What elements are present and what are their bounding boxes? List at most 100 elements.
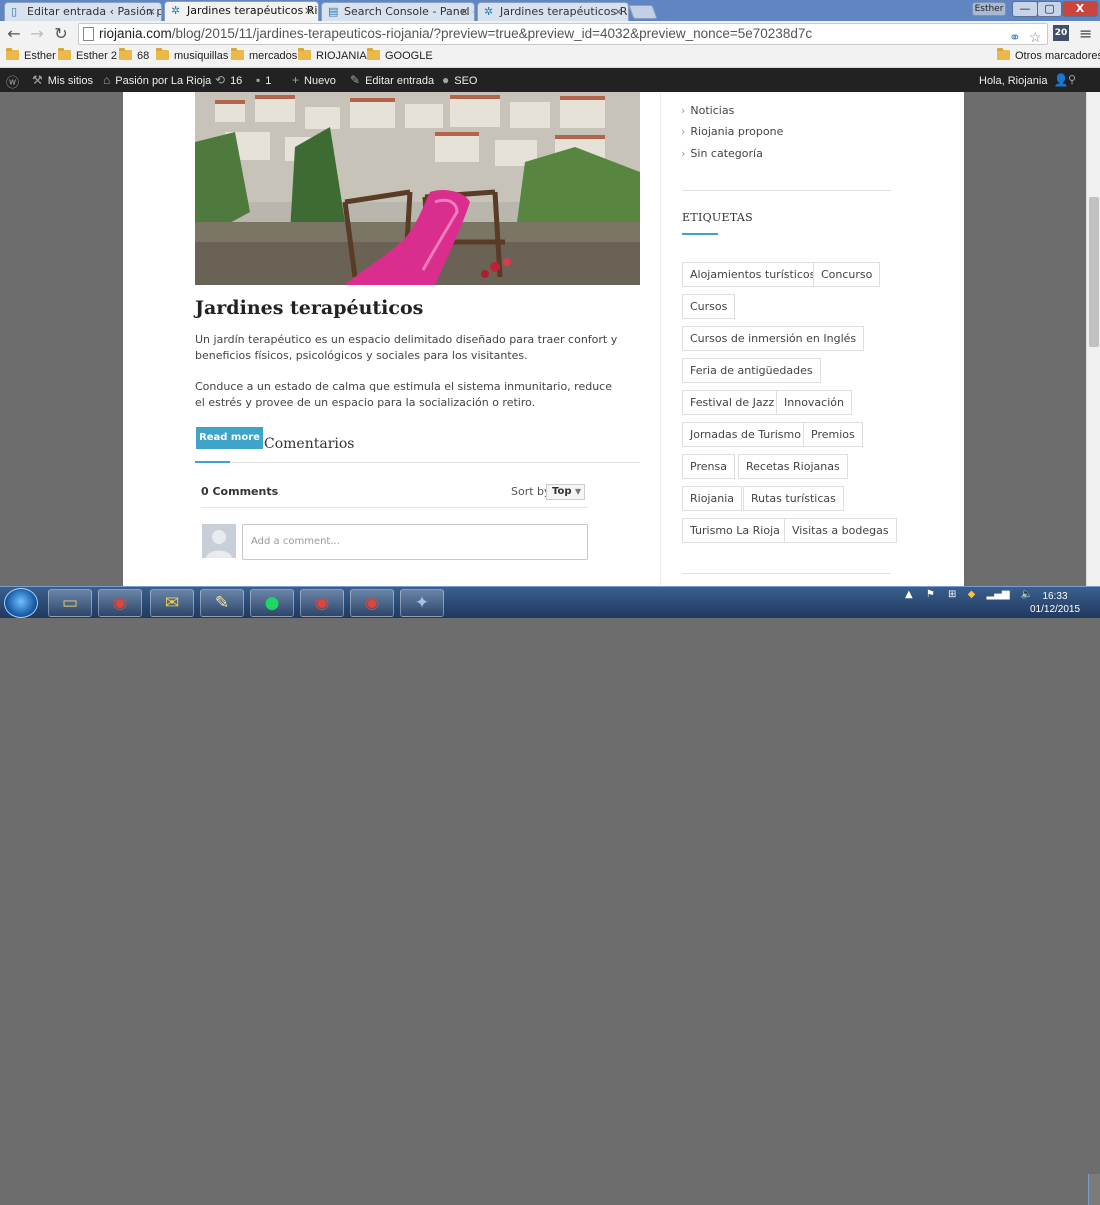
start-button[interactable]	[4, 588, 38, 618]
updates-icon: ⟲	[215, 73, 226, 87]
tag-link[interactable]: Visitas a bodegas	[784, 518, 897, 543]
minimize-button[interactable]: —	[1012, 1, 1038, 17]
sort-dropdown[interactable]: Top ▼	[546, 484, 585, 500]
blog-page: Jardines terapéuticos Un jardín terapéut…	[123, 92, 964, 586]
windows-icon[interactable]: ⊞	[948, 589, 956, 600]
paint-taskbar-button[interactable]: ✎	[200, 589, 244, 617]
bookmark-folder[interactable]: 68	[119, 48, 149, 62]
bookmark-folder[interactable]: musiquillas	[156, 48, 228, 62]
tab-label: Jardines terapéuticos Rioj	[187, 4, 319, 17]
close-icon[interactable]: ×	[460, 5, 469, 18]
tag-link[interactable]: Feria de antigüedades	[682, 358, 821, 383]
seo-status-icon: ●	[442, 73, 450, 87]
new-content-menu[interactable]: + Nuevo	[292, 73, 336, 87]
my-sites-label: Mis sitios	[47, 75, 93, 87]
chrome-icon: ◉	[314, 593, 330, 613]
paint-icon: ✎	[214, 593, 230, 613]
translate-icon[interactable]: ⚭	[1009, 27, 1021, 44]
scrollbar-thumb[interactable]	[1089, 197, 1099, 347]
bookmark-folder[interactable]: GOOGLE	[367, 48, 433, 62]
spotify-taskbar-button[interactable]: ●	[250, 589, 294, 617]
tag-link[interactable]: Cursos	[682, 294, 736, 319]
my-sites-menu[interactable]: ⚒ Mis sitios	[32, 73, 93, 87]
tab-jardines-active[interactable]: ✲ Jardines terapéuticos Rioj ×	[164, 1, 319, 21]
clock-date: 01/12/2015	[1030, 604, 1081, 615]
tag-link[interactable]: Rutas turísticas	[743, 486, 844, 511]
network-icon[interactable]: ▂▄▆	[987, 589, 1010, 600]
category-link[interactable]: Sin categoría	[681, 147, 762, 160]
accent-bar	[195, 461, 230, 463]
bookmark-folder[interactable]: Esther	[6, 48, 56, 62]
search-icon[interactable]: ⚲	[1068, 73, 1076, 86]
tag-link[interactable]: Festival de Jazz	[682, 390, 783, 415]
close-icon[interactable]: ×	[304, 4, 313, 17]
browser-toolbar: ← → ↻ riojania.com/blog/2015/11/jardines…	[0, 21, 1100, 47]
tag-link[interactable]: Turismo La Rioja	[682, 518, 788, 543]
show-desktop-button[interactable]	[1088, 1174, 1100, 1205]
folder-icon	[997, 48, 1010, 60]
bookmark-folder[interactable]: Esther 2	[58, 48, 117, 62]
seo-menu[interactable]: ● SEO	[442, 73, 477, 87]
tab-search-console[interactable]: ▤ Search Console - Panel de ×	[321, 2, 475, 21]
tag-link[interactable]: Concurso	[813, 262, 881, 287]
read-more-button[interactable]: Read more	[196, 427, 263, 449]
tag-link[interactable]: Cursos de inmersión en Inglés	[682, 326, 865, 351]
chrome-taskbar-button[interactable]: ◉	[98, 589, 142, 617]
drive-icon[interactable]: ◆	[968, 589, 976, 600]
close-icon[interactable]: ×	[614, 5, 623, 18]
chrome-taskbar-button[interactable]: ◉	[300, 589, 344, 617]
post-title: Jardines terapéuticos	[195, 297, 424, 319]
page-scrollbar[interactable]	[1086, 92, 1100, 586]
village-garden-image	[195, 92, 640, 285]
bookmark-folder[interactable]: RIOJANIA	[298, 48, 367, 62]
flag-icon[interactable]: ⚑	[926, 589, 935, 600]
wordpress-logo-icon[interactable]: ⓦ	[6, 72, 19, 91]
category-link[interactable]: Noticias	[681, 104, 734, 117]
explorer-taskbar-button[interactable]: ▭	[48, 589, 92, 617]
menu-icon[interactable]: ≡	[1079, 24, 1092, 43]
profile-button[interactable]: Esther	[972, 2, 1006, 16]
tag-link[interactable]: Prensa	[682, 454, 735, 479]
chrome-profile-taskbar-button[interactable]: ◉	[350, 589, 394, 617]
spotify-icon: ●	[264, 593, 280, 613]
tab-jardines-2[interactable]: ✲ Jardines terapéuticos Rioj ×	[477, 2, 629, 21]
edit-label: Editar entrada	[365, 75, 435, 87]
comment-input[interactable]: Add a comment...	[242, 524, 588, 560]
reload-icon[interactable]: ↻	[51, 24, 71, 44]
tag-link[interactable]: Premios	[803, 422, 863, 447]
back-arrow-icon[interactable]: ←	[4, 24, 24, 44]
tag-link[interactable]: Recetas Riojanas	[738, 454, 848, 479]
new-tab-button[interactable]	[628, 5, 658, 19]
seo-label: SEO	[454, 75, 478, 87]
edit-post-link[interactable]: ✎ Editar entrada	[350, 73, 434, 87]
close-window-button[interactable]: X	[1062, 1, 1098, 17]
snowflake-icon: ✲	[484, 5, 494, 18]
taskbar-clock[interactable]: 16:33 01/12/2015	[1030, 590, 1080, 616]
paint-program-taskbar-button[interactable]: ✦	[400, 589, 444, 617]
comments-link[interactable]: ▪ 1	[256, 73, 271, 87]
category-link[interactable]: Riojania propone	[681, 125, 783, 138]
other-bookmarks[interactable]: Otros marcadores	[997, 48, 1100, 62]
post-featured-image	[195, 92, 640, 285]
comment-count[interactable]: 0 Comments	[201, 485, 278, 498]
updates-link[interactable]: ⟲ 16	[215, 73, 242, 87]
bookmark-label: Esther	[24, 50, 56, 62]
tab-editar-entrada[interactable]: ▯ Editar entrada ‹ Pasión po ×	[4, 2, 162, 21]
extension-badge-icon[interactable]: 20	[1053, 25, 1069, 41]
tag-link[interactable]: Jornadas de Turismo	[682, 422, 809, 447]
address-bar[interactable]: riojania.com/blog/2015/11/jardines-terap…	[78, 23, 1048, 45]
star-icon[interactable]: ☆	[1029, 27, 1042, 44]
maximize-button[interactable]: ▢	[1037, 1, 1062, 17]
clock-time: 16:33	[1042, 591, 1068, 602]
show-hidden-icons-icon[interactable]: ▲	[905, 589, 913, 600]
account-menu[interactable]: Hola, Riojania 👤	[979, 73, 1073, 87]
bookmark-folder[interactable]: mercados	[231, 48, 297, 62]
post-paragraph-2: Conduce a un estado de calma que estimul…	[195, 380, 612, 409]
tag-link[interactable]: Alojamientos turísticos	[682, 262, 824, 287]
close-icon[interactable]: ×	[147, 5, 156, 18]
tag-link[interactable]: Innovación	[776, 390, 852, 415]
tag-link[interactable]: Riojania	[682, 486, 742, 511]
forward-arrow-icon[interactable]: →	[27, 24, 47, 44]
site-name-menu[interactable]: ⌂ Pasión por La Rioja	[103, 73, 211, 87]
mail-taskbar-button[interactable]: ✉	[150, 589, 194, 617]
